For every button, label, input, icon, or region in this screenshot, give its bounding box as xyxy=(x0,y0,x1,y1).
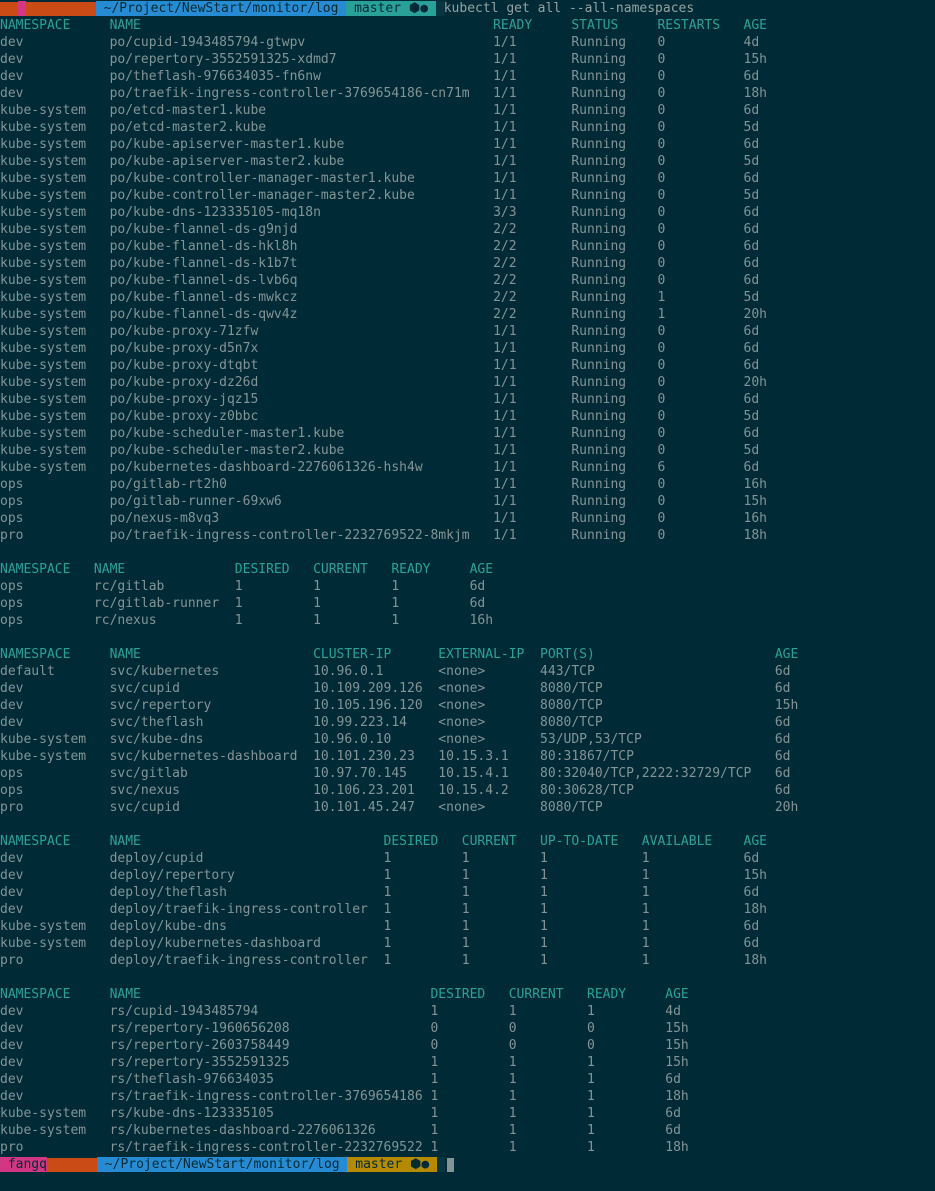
git-branch-bottom: master ⬢● xyxy=(347,1157,437,1172)
pod-row: kube-system po/kube-flannel-ds-qwv4z 2/2… xyxy=(0,306,935,323)
rs-row: dev rs/cupid-1943485794 1 1 1 4d xyxy=(0,1003,935,1020)
pod-row: kube-system po/kube-controller-manager-m… xyxy=(0,187,935,204)
pod-row: dev po/traefik-ingress-controller-376965… xyxy=(0,85,935,102)
deploy-row: pro deploy/traefik-ingress-controller 1 … xyxy=(0,952,935,969)
prompt-line-bottom: fangqxxxxxxx ~/Project/NewStart/monitor/… xyxy=(0,1156,935,1173)
pod-row: kube-system po/kube-proxy-z0bbc 1/1 Runn… xyxy=(0,408,935,425)
pod-row: kube-system po/kube-dns-123335105-mq18n … xyxy=(0,204,935,221)
terminal[interactable]: xx xxxxxxxxxx ~/Project/NewStart/monitor… xyxy=(0,0,935,1173)
command-text: kubectl get all --all-namespaces xyxy=(444,1,694,16)
pod-row: kube-system po/kube-proxy-dtqbt 1/1 Runn… xyxy=(0,357,935,374)
pod-row: kube-system po/kube-apiserver-master2.ku… xyxy=(0,153,935,170)
svc-row: kube-system svc/kube-dns 10.96.0.10 <non… xyxy=(0,731,935,748)
rc-header: NAMESPACE NAME DESIRED CURRENT READY AGE xyxy=(0,561,935,578)
pods-header: NAMESPACE NAME READY STATUS RESTARTS AGE xyxy=(0,17,935,34)
deploy-row: dev deploy/repertory 1 1 1 1 15h xyxy=(0,867,935,884)
svc-row: dev svc/repertory 10.105.196.120 <none> … xyxy=(0,697,935,714)
cursor-icon xyxy=(447,1158,454,1172)
svc-row: dev svc/theflash 10.99.223.14 <none> 808… xyxy=(0,714,935,731)
pod-row: dev po/cupid-1943485794-gtwpv 1/1 Runnin… xyxy=(0,34,935,51)
svc-row: kube-system svc/kubernetes-dashboard 10.… xyxy=(0,748,935,765)
svc-row: ops svc/nexus 10.106.23.201 10.15.4.2 80… xyxy=(0,782,935,799)
git-branch: master ⬢● xyxy=(346,1,436,16)
rc-row: ops rc/nexus 1 1 1 16h xyxy=(0,612,935,629)
pod-row: ops po/gitlab-rt2h0 1/1 Running 0 16h xyxy=(0,476,935,493)
pod-row: ops po/gitlab-runner-69xw6 1/1 Running 0… xyxy=(0,493,935,510)
pod-row: kube-system po/etcd-master2.kube 1/1 Run… xyxy=(0,119,935,136)
rs-row: dev rs/repertory-3552591325 1 1 1 15h xyxy=(0,1054,935,1071)
svc-row: dev svc/cupid 10.109.209.126 <none> 8080… xyxy=(0,680,935,697)
prompt-path: ~/Project/NewStart/monitor/log xyxy=(96,1,346,16)
pod-row: kube-system po/kube-proxy-71zfw 1/1 Runn… xyxy=(0,323,935,340)
rs-row: pro rs/traefik-ingress-controller-223276… xyxy=(0,1139,935,1156)
pod-row: kube-system po/kube-flannel-ds-hkl8h 2/2… xyxy=(0,238,935,255)
deploy-row: kube-system deploy/kubernetes-dashboard … xyxy=(0,935,935,952)
prompt-path-bottom: ~/Project/NewStart/monitor/log xyxy=(97,1157,347,1172)
pod-row: kube-system po/kube-flannel-ds-g9njd 2/2… xyxy=(0,221,935,238)
deploy-row: dev deploy/theflash 1 1 1 1 6d xyxy=(0,884,935,901)
rs-row: dev rs/repertory-1960656208 0 0 0 15h xyxy=(0,1020,935,1037)
rs-row: kube-system rs/kubernetes-dashboard-2276… xyxy=(0,1122,935,1139)
pod-row: kube-system po/kube-proxy-jqz15 1/1 Runn… xyxy=(0,391,935,408)
pod-row: ops po/nexus-m8vq3 1/1 Running 0 16h xyxy=(0,510,935,527)
pod-row: kube-system po/kubernetes-dashboard-2276… xyxy=(0,459,935,476)
rc-row: ops rc/gitlab 1 1 1 6d xyxy=(0,578,935,595)
pod-row: kube-system po/kube-flannel-ds-lvb6q 2/2… xyxy=(0,272,935,289)
pod-row: kube-system po/kube-proxy-dz26d 1/1 Runn… xyxy=(0,374,935,391)
deploy-header: NAMESPACE NAME DESIRED CURRENT UP-TO-DAT… xyxy=(0,833,935,850)
pod-row: kube-system po/kube-scheduler-master2.ku… xyxy=(0,442,935,459)
svc-row: default svc/kubernetes 10.96.0.1 <none> … xyxy=(0,663,935,680)
rs-row: dev rs/repertory-2603758449 0 0 0 15h xyxy=(0,1037,935,1054)
pod-row: kube-system po/kube-proxy-d5n7x 1/1 Runn… xyxy=(0,340,935,357)
rs-row: dev rs/theflash-976634035 1 1 1 6d xyxy=(0,1071,935,1088)
pod-row: kube-system po/kube-scheduler-master1.ku… xyxy=(0,425,935,442)
pod-row: kube-system po/kube-flannel-ds-k1b7t 2/2… xyxy=(0,255,935,272)
rs-row: dev rs/traefik-ingress-controller-376965… xyxy=(0,1088,935,1105)
pod-row: pro po/traefik-ingress-controller-223276… xyxy=(0,527,935,544)
pod-row: kube-system po/kube-flannel-ds-mwkcz 2/2… xyxy=(0,289,935,306)
rs-header: NAMESPACE NAME DESIRED CURRENT READY AGE xyxy=(0,986,935,1003)
pod-row: kube-system po/kube-apiserver-master1.ku… xyxy=(0,136,935,153)
svc-row: pro svc/cupid 10.101.45.247 <none> 8080/… xyxy=(0,799,935,816)
svc-row: ops svc/gitlab 10.97.70.145 10.15.4.1 80… xyxy=(0,765,935,782)
pod-row: dev po/theflash-976634035-fn6nw 1/1 Runn… xyxy=(0,68,935,85)
rc-row: ops rc/gitlab-runner 1 1 1 6d xyxy=(0,595,935,612)
rs-row: kube-system rs/kube-dns-123335105 1 1 1 … xyxy=(0,1105,935,1122)
pod-row: kube-system po/kube-controller-manager-m… xyxy=(0,170,935,187)
deploy-row: kube-system deploy/kube-dns 1 1 1 1 6d xyxy=(0,918,935,935)
prompt-line: xx xxxxxxxxxx ~/Project/NewStart/monitor… xyxy=(0,0,935,17)
pod-row: dev po/repertory-3552591325-xdmd7 1/1 Ru… xyxy=(0,51,935,68)
svc-header: NAMESPACE NAME CLUSTER-IP EXTERNAL-IP PO… xyxy=(0,646,935,663)
pod-row: kube-system po/etcd-master1.kube 1/1 Run… xyxy=(0,102,935,119)
deploy-row: dev deploy/cupid 1 1 1 1 6d xyxy=(0,850,935,867)
deploy-row: dev deploy/traefik-ingress-controller 1 … xyxy=(0,901,935,918)
